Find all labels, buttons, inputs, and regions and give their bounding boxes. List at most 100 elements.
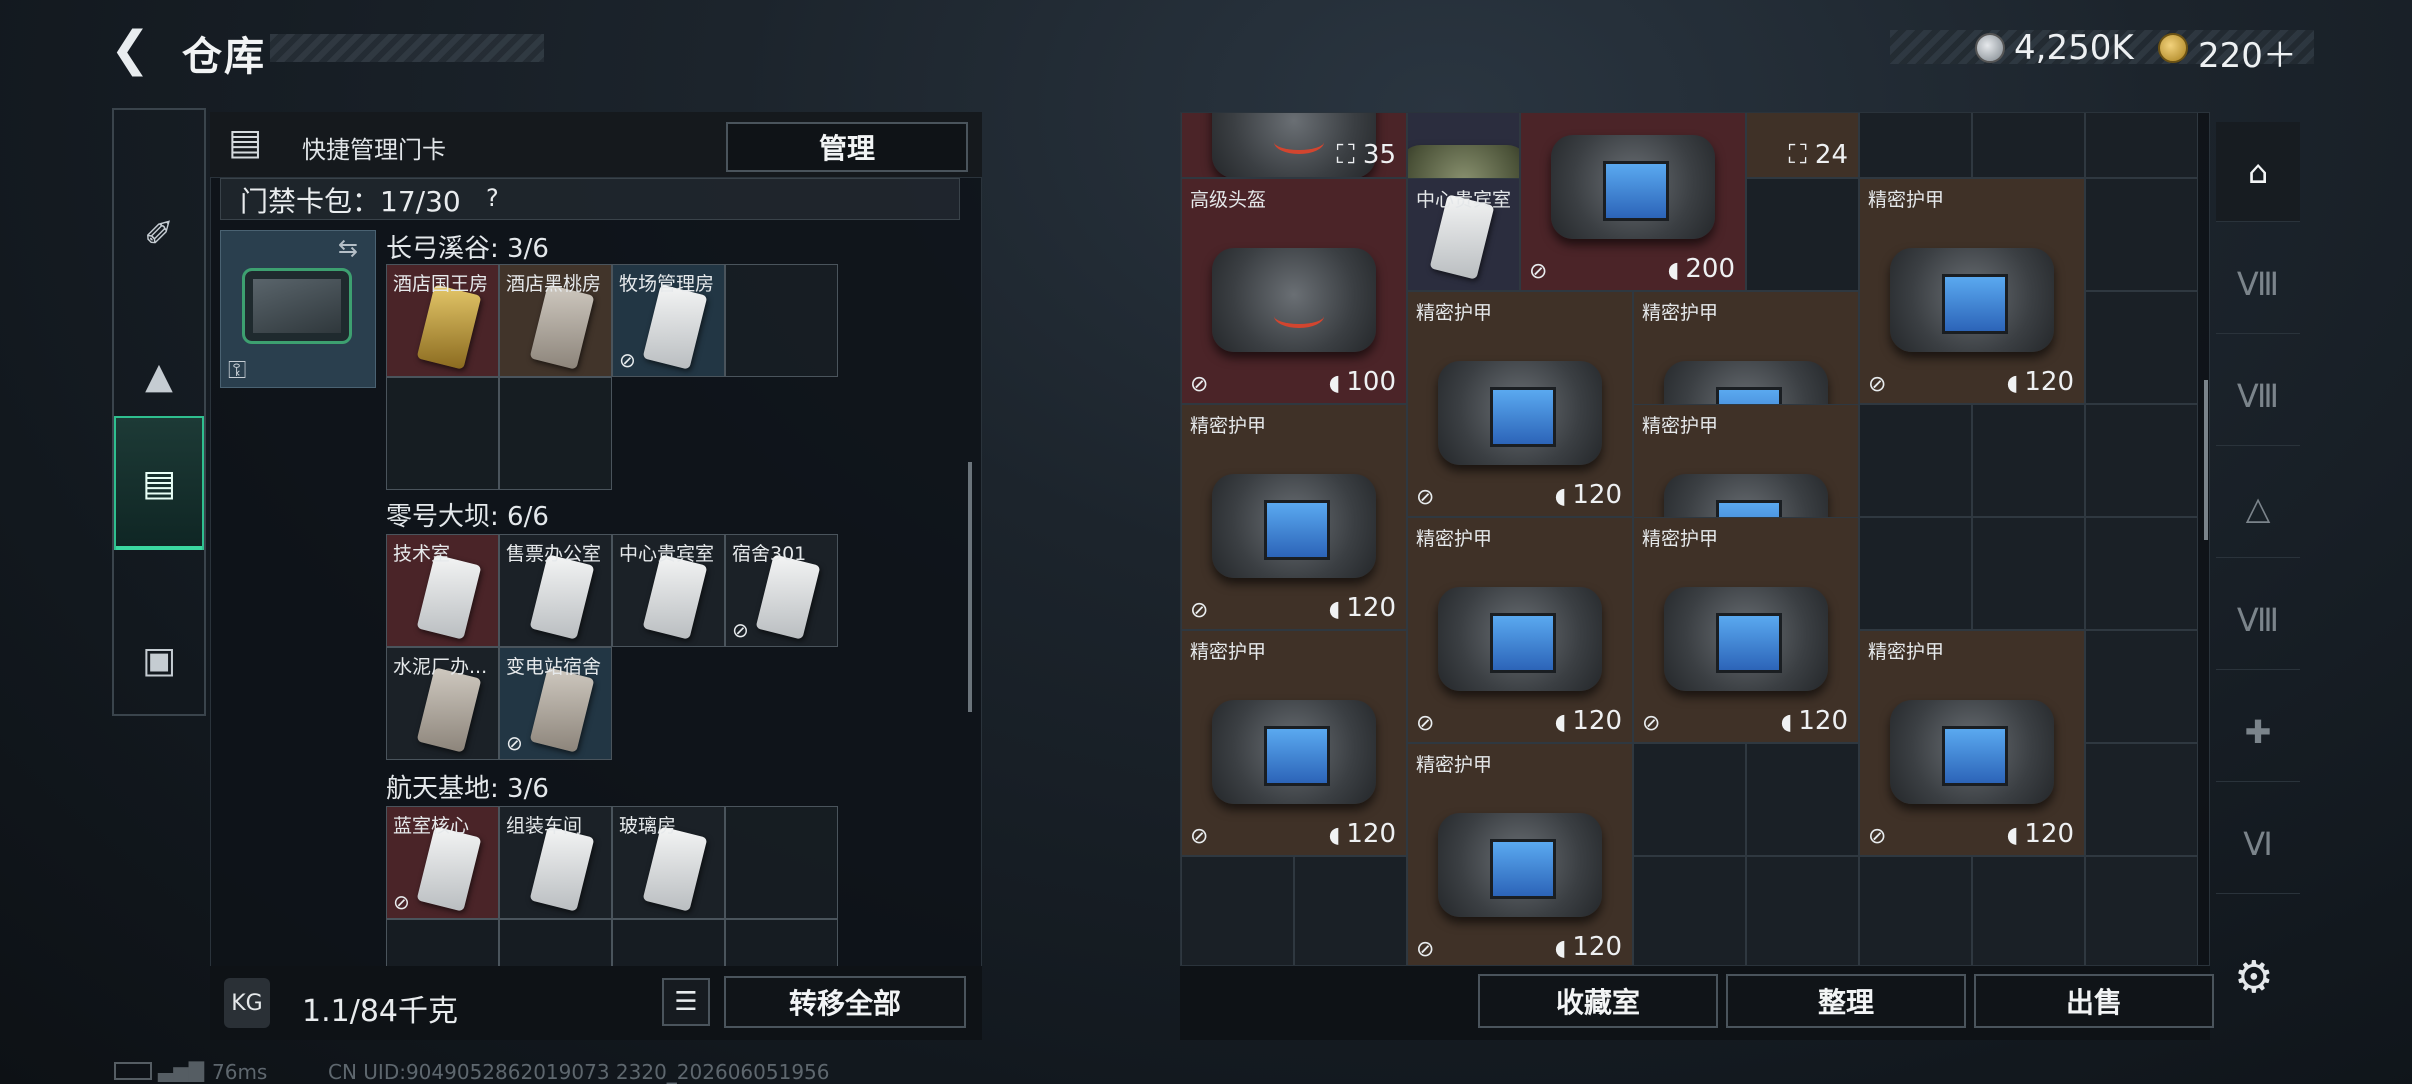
gold-amount[interactable]: 220＋	[2198, 28, 2297, 77]
keycard-name: 中心贵宾室	[619, 543, 715, 565]
back-icon[interactable]: ❮	[110, 22, 154, 76]
empty-stash-slot[interactable]	[1859, 404, 1972, 517]
stash-item[interactable]: ⛶ 24	[1746, 113, 1859, 178]
stash-item[interactable]: 高级头盔 100 ⊘	[1181, 178, 1407, 404]
settings-gear-icon[interactable]: ⚙	[2234, 952, 2273, 1003]
swap-icon[interactable]: ⇆	[338, 234, 358, 262]
empty-stash-slot[interactable]	[1859, 517, 1972, 630]
empty-stash-slot[interactable]	[1972, 113, 2085, 178]
keycard-slot[interactable]: 售票办公室	[499, 534, 612, 647]
keycard-slot[interactable]: 中心贵宾室	[612, 534, 725, 647]
stash-item[interactable]: 精密护甲 120 ⊘	[1859, 178, 2085, 404]
keycard-slot[interactable]: 宿舍301 ⊘	[725, 534, 838, 647]
armor-image	[1212, 473, 1376, 578]
section-title: 长弓溪谷: 3/6	[386, 234, 549, 264]
empty-stash-slot[interactable]	[1181, 856, 1294, 965]
cardpack-count: 门禁卡包：17/30	[240, 185, 461, 218]
stash-tab-6[interactable]: Ⅵ	[2216, 794, 2300, 894]
keycard-slot[interactable]: 技术室	[386, 534, 499, 647]
keycard-slot[interactable]: 酒店国王房	[386, 264, 499, 377]
stash-item[interactable]: ⛶ 35	[1181, 113, 1407, 178]
stash-tab-0[interactable]: ⌂	[2216, 122, 2300, 222]
help-icon[interactable]: ?	[486, 184, 499, 212]
list-view-button[interactable]: ☰	[662, 978, 710, 1026]
empty-stash-slot[interactable]	[2085, 856, 2198, 965]
stash-item[interactable]: 精密护甲 120 ⊘	[1181, 630, 1407, 856]
stash-item[interactable]: 精密护甲 120 ⊘	[1407, 743, 1633, 965]
keycard-name: 变电站宿舍	[506, 656, 602, 678]
stash-item[interactable]: 精密护甲 120 ⊘	[1407, 291, 1633, 517]
stash-tab-5[interactable]: ✚	[2216, 682, 2300, 782]
empty-stash-slot[interactable]	[1746, 856, 1859, 965]
keycard-slot[interactable]: 变电站宿舍 ⊘	[499, 647, 612, 760]
item-name: 高级头盔	[1190, 189, 1267, 211]
keycard-name: 技术室	[393, 543, 451, 565]
durability-value: 120	[1555, 706, 1622, 736]
keycard-image	[416, 554, 482, 640]
empty-stash-slot[interactable]	[1859, 856, 1972, 965]
stash-item[interactable]: 精密护甲 120 ⊘	[1633, 517, 1859, 743]
empty-stash-slot[interactable]	[1746, 178, 1859, 291]
keycard-name: 宿舍301	[732, 543, 807, 565]
no-trade-icon: ⊘	[393, 890, 410, 914]
empty-stash-slot[interactable]	[1972, 856, 2085, 965]
toolbox-icon: ▣	[141, 639, 176, 681]
empty-stash-slot[interactable]	[2085, 630, 2198, 743]
empty-stash-slot[interactable]	[1294, 856, 1407, 965]
empty-stash-slot[interactable]	[2085, 404, 2198, 517]
item-name: 精密护甲	[1190, 641, 1267, 663]
empty-stash-slot[interactable]	[1972, 404, 2085, 517]
item-name: 精密护甲	[1642, 528, 1719, 550]
no-trade-icon: ⊘	[732, 618, 749, 642]
sort-button[interactable]: 整理	[1726, 974, 1966, 1028]
keycard-slot[interactable]: 牧场管理房 ⊘	[612, 264, 725, 377]
keycard-case-icon: ▤	[228, 122, 263, 163]
collection-room-button[interactable]: 收藏室	[1478, 974, 1718, 1028]
empty-card-slot[interactable]	[725, 264, 838, 377]
empty-stash-slot[interactable]	[1633, 856, 1746, 965]
item-name: 精密护甲	[1416, 754, 1493, 776]
tab-tools[interactable]: ▣	[114, 590, 204, 730]
stash-item[interactable]: 精密护甲 120 ⊘	[1859, 630, 2085, 856]
empty-stash-slot[interactable]	[1859, 113, 1972, 178]
transfer-all-button[interactable]: 转移全部	[724, 976, 966, 1028]
empty-card-slot[interactable]	[725, 806, 838, 919]
keycard-slot[interactable]: 蓝室核心 ⊘	[386, 806, 499, 919]
keycard-slot[interactable]: 酒店黑桃房	[499, 264, 612, 377]
empty-stash-slot[interactable]	[2085, 113, 2198, 178]
empty-card-slot[interactable]	[499, 377, 612, 490]
stash-item[interactable]: 精密护甲 120 ⊘	[1407, 517, 1633, 743]
empty-stash-slot[interactable]	[2085, 517, 2198, 630]
keycard-slot[interactable]: 玻璃房	[612, 806, 725, 919]
left-category-tabs: ✐ ▲ ▤ ▣	[112, 108, 206, 716]
empty-stash-slot[interactable]	[2085, 291, 2198, 404]
empty-stash-slot[interactable]	[1633, 743, 1746, 856]
armor-image	[1890, 247, 2054, 352]
keycard-slot[interactable]: 水泥厂办...	[386, 647, 499, 760]
stash-item[interactable]: 200 ⊘	[1520, 113, 1746, 291]
left-scrollbar[interactable]	[968, 462, 972, 712]
stash-tab-4[interactable]: Ⅷ	[2216, 570, 2300, 670]
weight-readout: 1.1/84千克	[302, 994, 458, 1029]
keycard-slot[interactable]: 组装车间	[499, 806, 612, 919]
stash-tab-1[interactable]: Ⅷ	[2216, 234, 2300, 334]
empty-stash-slot[interactable]	[1972, 517, 2085, 630]
item-name: 精密护甲	[1416, 302, 1493, 324]
section-title: 零号大坝: 6/6	[386, 502, 549, 532]
empty-stash-slot[interactable]	[2085, 178, 2198, 291]
rifle-tier-icon: Ⅷ	[2236, 264, 2280, 303]
tab-keycards[interactable]: ▤	[114, 416, 204, 550]
empty-stash-slot[interactable]	[1746, 743, 1859, 856]
manage-button[interactable]: 管理	[726, 122, 968, 172]
stash-scrollbar[interactable]	[2204, 380, 2208, 540]
empty-card-slot[interactable]	[386, 377, 499, 490]
sell-button[interactable]: 出售	[1974, 974, 2214, 1028]
tab-weapons[interactable]: ✐	[114, 164, 204, 304]
stash-item[interactable]: 精密护甲 120 ⊘	[1181, 404, 1407, 630]
stash-item[interactable]: 中心贵宾室	[1407, 178, 1520, 291]
home-icon: ⌂	[2247, 152, 2269, 191]
stash-tab-3[interactable]: △	[2216, 458, 2300, 558]
empty-stash-slot[interactable]	[2085, 743, 2198, 856]
stash-tab-2[interactable]: Ⅷ	[2216, 346, 2300, 446]
keycard-image	[755, 554, 821, 640]
